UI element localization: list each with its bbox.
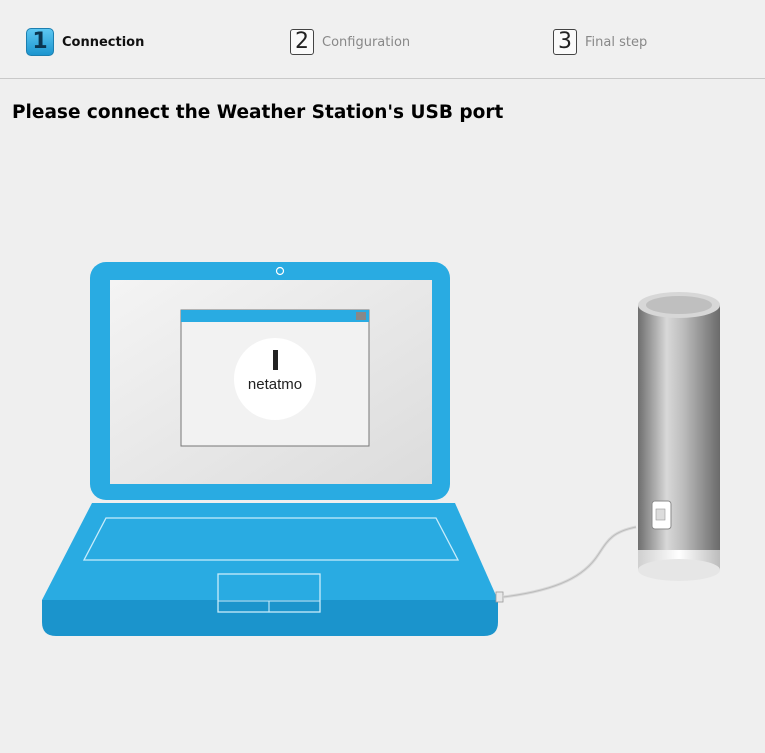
- usb-cable-icon: [502, 525, 637, 599]
- netatmo-logo-icon: netatmo: [234, 338, 316, 420]
- laptop-icon: [42, 262, 504, 636]
- connection-illustration: netatmo: [42, 262, 720, 636]
- netatmo-logo-text: netatmo: [248, 376, 302, 393]
- weather-station-icon: [638, 292, 720, 581]
